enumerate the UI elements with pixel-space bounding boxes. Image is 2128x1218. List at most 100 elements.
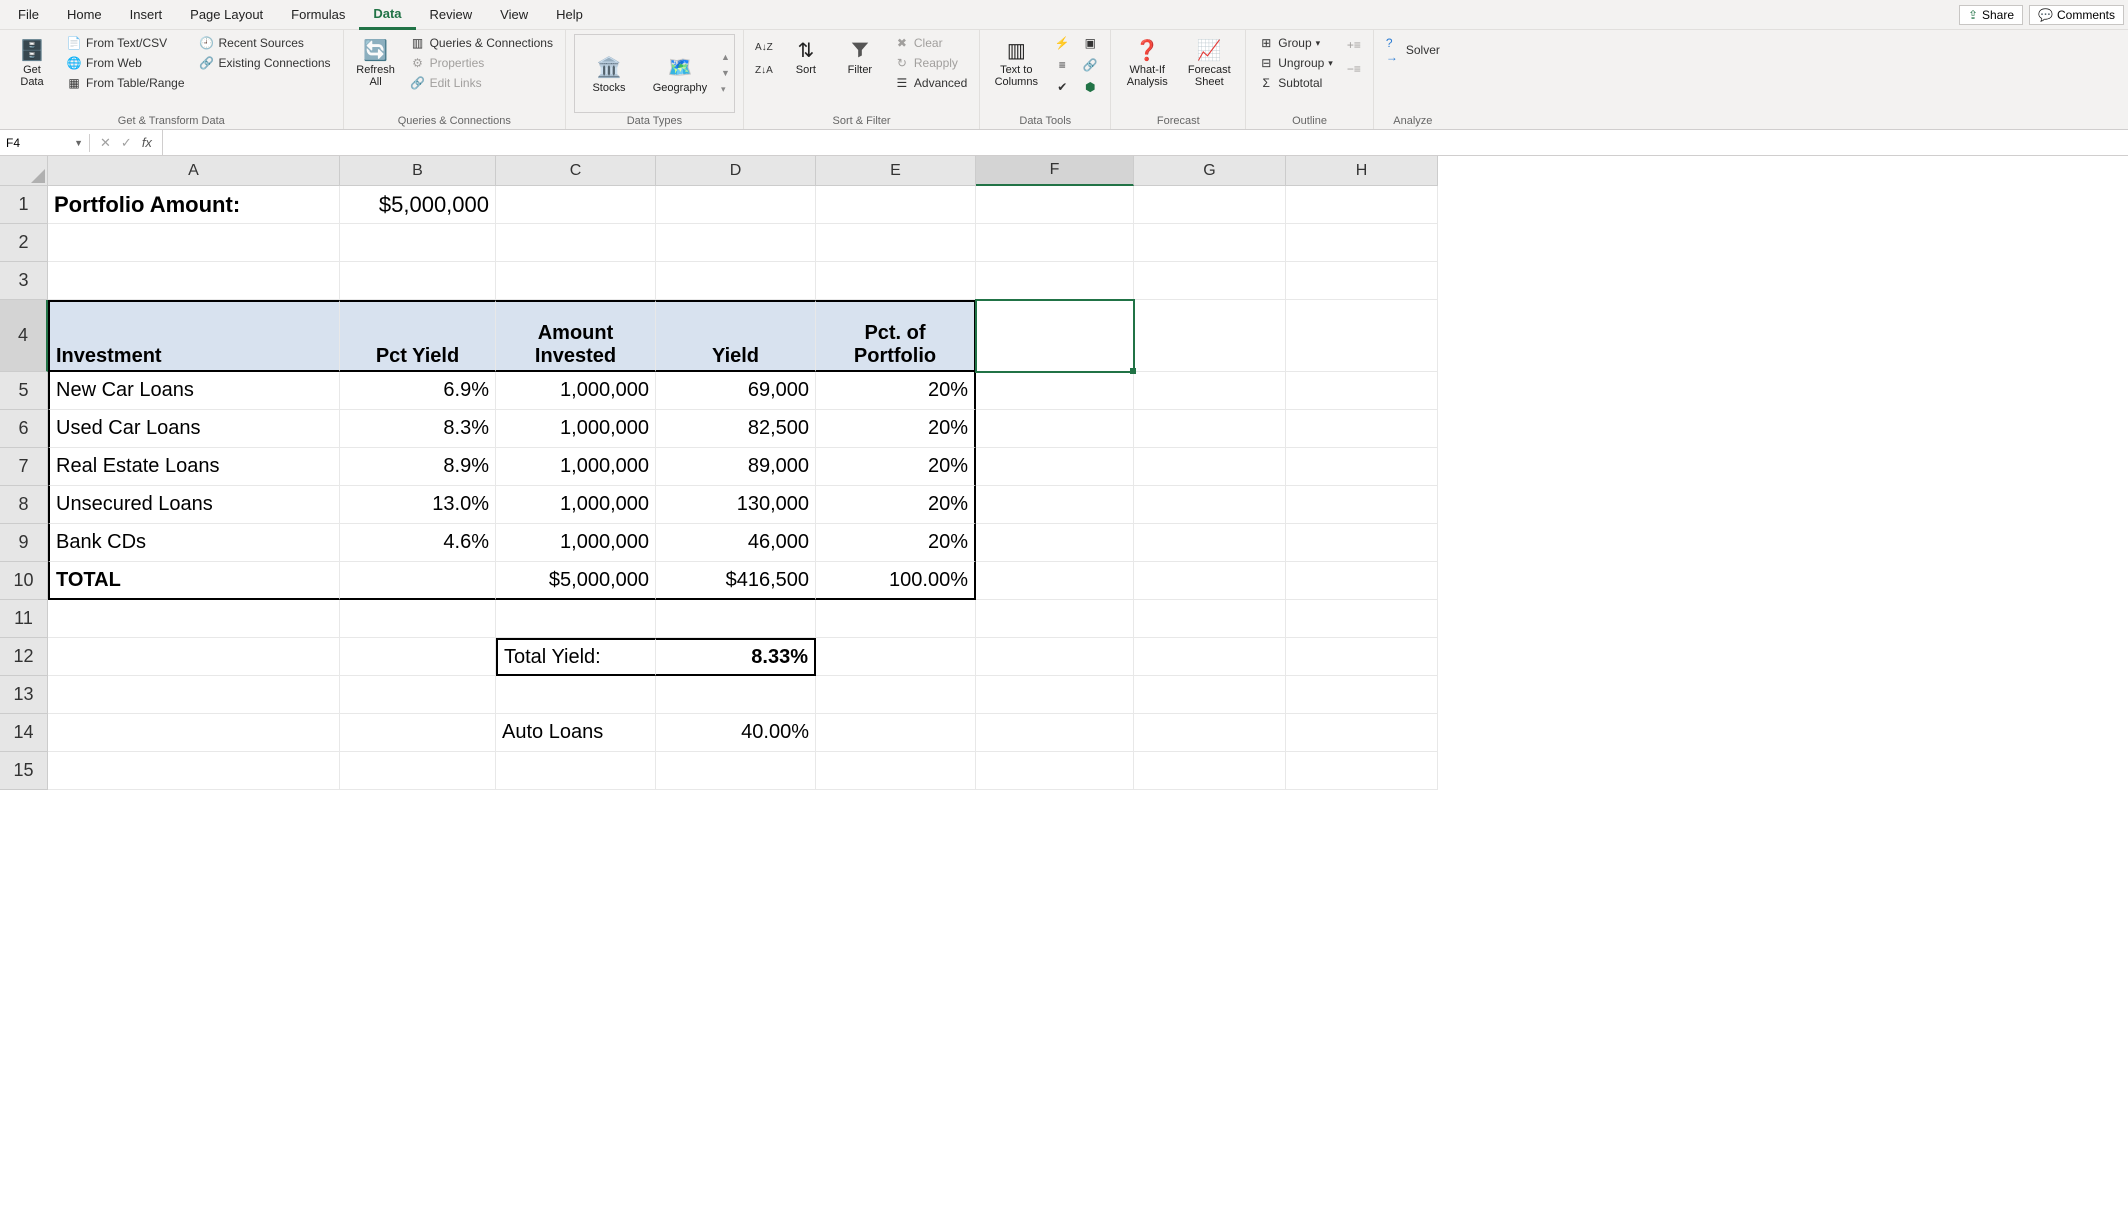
- tab-help[interactable]: Help: [542, 1, 597, 28]
- what-if-button[interactable]: ❓ What-If Analysis: [1119, 34, 1175, 90]
- cell-G11[interactable]: [1134, 600, 1286, 638]
- cell-D9[interactable]: 46,000: [656, 524, 816, 562]
- row-header-3[interactable]: 3: [0, 262, 48, 300]
- cell-D12[interactable]: 8.33%: [656, 638, 816, 676]
- cell-E2[interactable]: [816, 224, 976, 262]
- cell-A15[interactable]: [48, 752, 340, 790]
- cell-E12[interactable]: [816, 638, 976, 676]
- select-all-corner[interactable]: [0, 156, 48, 186]
- cell-E5[interactable]: 20%: [816, 372, 976, 410]
- spreadsheet-grid[interactable]: A B C D E F G H 1 Portfolio Amount: $5,0…: [0, 156, 2128, 790]
- cell-C6[interactable]: 1,000,000: [496, 410, 656, 448]
- cell-D1[interactable]: [656, 186, 816, 224]
- name-box[interactable]: F4▼: [0, 134, 90, 152]
- stocks-button[interactable]: 🏛️ Stocks: [579, 52, 639, 96]
- cell-D6[interactable]: 82,500: [656, 410, 816, 448]
- row-header-15[interactable]: 15: [0, 752, 48, 790]
- cell-B12[interactable]: [340, 638, 496, 676]
- cell-C12[interactable]: Total Yield:: [496, 638, 656, 676]
- clear-button[interactable]: ✖Clear: [890, 34, 971, 52]
- cell-G14[interactable]: [1134, 714, 1286, 752]
- tab-file[interactable]: File: [4, 1, 53, 28]
- cell-A2[interactable]: [48, 224, 340, 262]
- sort-asc-button[interactable]: A↓Z: [752, 40, 776, 55]
- cell-H15[interactable]: [1286, 752, 1438, 790]
- cell-G6[interactable]: [1134, 410, 1286, 448]
- tab-review[interactable]: Review: [416, 1, 487, 28]
- cell-D2[interactable]: [656, 224, 816, 262]
- expand-icon[interactable]: ▾: [721, 84, 730, 95]
- data-model-button[interactable]: ⬢: [1078, 78, 1102, 96]
- sort-button[interactable]: ⇅ Sort: [782, 34, 830, 78]
- cell-D3[interactable]: [656, 262, 816, 300]
- cell-E6[interactable]: 20%: [816, 410, 976, 448]
- cell-A5[interactable]: New Car Loans: [48, 372, 340, 410]
- properties-button[interactable]: ⚙Properties: [406, 54, 557, 72]
- cell-E11[interactable]: [816, 600, 976, 638]
- forecast-sheet-button[interactable]: 📈 Forecast Sheet: [1181, 34, 1237, 90]
- cell-G9[interactable]: [1134, 524, 1286, 562]
- row-header-8[interactable]: 8: [0, 486, 48, 524]
- cell-E7[interactable]: 20%: [816, 448, 976, 486]
- cell-H3[interactable]: [1286, 262, 1438, 300]
- cell-F2[interactable]: [976, 224, 1134, 262]
- cell-C8[interactable]: 1,000,000: [496, 486, 656, 524]
- sort-desc-button[interactable]: Z↓A: [752, 63, 776, 78]
- get-data-button[interactable]: 🗄️ Get Data: [8, 34, 56, 90]
- cell-E8[interactable]: 20%: [816, 486, 976, 524]
- from-web-button[interactable]: 🌐From Web: [62, 54, 189, 72]
- tab-view[interactable]: View: [486, 1, 542, 28]
- cell-E13[interactable]: [816, 676, 976, 714]
- cell-C9[interactable]: 1,000,000: [496, 524, 656, 562]
- cell-F15[interactable]: [976, 752, 1134, 790]
- cell-H11[interactable]: [1286, 600, 1438, 638]
- cell-A12[interactable]: [48, 638, 340, 676]
- col-header-F[interactable]: F: [976, 156, 1134, 186]
- cell-F9[interactable]: [976, 524, 1134, 562]
- cell-A14[interactable]: [48, 714, 340, 752]
- row-header-12[interactable]: 12: [0, 638, 48, 676]
- cell-B9[interactable]: 4.6%: [340, 524, 496, 562]
- cell-E9[interactable]: 20%: [816, 524, 976, 562]
- col-header-G[interactable]: G: [1134, 156, 1286, 186]
- queries-connections-button[interactable]: ▥Queries & Connections: [406, 34, 557, 52]
- cell-C11[interactable]: [496, 600, 656, 638]
- cell-D15[interactable]: [656, 752, 816, 790]
- cell-G13[interactable]: [1134, 676, 1286, 714]
- cell-D10[interactable]: $416,500: [656, 562, 816, 600]
- cell-F10[interactable]: [976, 562, 1134, 600]
- filter-button[interactable]: Filter: [836, 34, 884, 78]
- cell-H9[interactable]: [1286, 524, 1438, 562]
- cell-G7[interactable]: [1134, 448, 1286, 486]
- cell-H10[interactable]: [1286, 562, 1438, 600]
- tab-page-layout[interactable]: Page Layout: [176, 1, 277, 28]
- col-header-B[interactable]: B: [340, 156, 496, 186]
- cell-G15[interactable]: [1134, 752, 1286, 790]
- cell-B13[interactable]: [340, 676, 496, 714]
- edit-links-button[interactable]: 🔗Edit Links: [406, 74, 557, 92]
- cell-G5[interactable]: [1134, 372, 1286, 410]
- from-table-button[interactable]: ▦From Table/Range: [62, 74, 189, 92]
- cell-H2[interactable]: [1286, 224, 1438, 262]
- row-header-6[interactable]: 6: [0, 410, 48, 448]
- row-header-4[interactable]: 4: [0, 300, 48, 372]
- cell-G4[interactable]: [1134, 300, 1286, 372]
- cell-D14[interactable]: 40.00%: [656, 714, 816, 752]
- cell-C15[interactable]: [496, 752, 656, 790]
- cell-B10[interactable]: [340, 562, 496, 600]
- share-button[interactable]: ⇪Share: [1959, 5, 2023, 25]
- subtotal-button[interactable]: ΣSubtotal: [1254, 74, 1337, 92]
- cell-H4[interactable]: [1286, 300, 1438, 372]
- row-header-7[interactable]: 7: [0, 448, 48, 486]
- cell-F11[interactable]: [976, 600, 1134, 638]
- cell-B6[interactable]: 8.3%: [340, 410, 496, 448]
- row-header-10[interactable]: 10: [0, 562, 48, 600]
- tab-insert[interactable]: Insert: [116, 1, 177, 28]
- tab-formulas[interactable]: Formulas: [277, 1, 359, 28]
- cell-A3[interactable]: [48, 262, 340, 300]
- cancel-icon[interactable]: ✕: [100, 135, 111, 151]
- row-header-13[interactable]: 13: [0, 676, 48, 714]
- col-header-H[interactable]: H: [1286, 156, 1438, 186]
- cell-H13[interactable]: [1286, 676, 1438, 714]
- enter-icon[interactable]: ✓: [121, 135, 132, 151]
